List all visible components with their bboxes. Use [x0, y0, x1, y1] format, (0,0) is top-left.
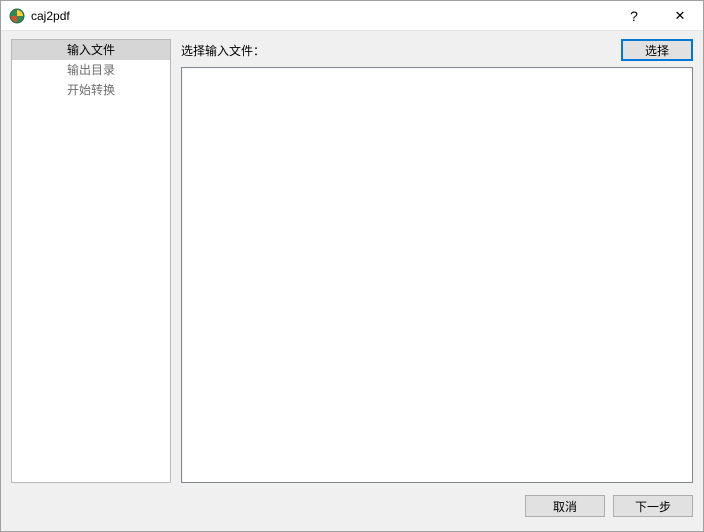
help-button[interactable]: ?: [611, 1, 657, 31]
window-title: caj2pdf: [31, 9, 70, 23]
sidebar-item-label: 输入文件: [67, 43, 115, 57]
app-icon: [9, 8, 25, 24]
input-file-list[interactable]: [181, 67, 693, 483]
content-pane: 选择输入文件： 选择: [181, 39, 693, 483]
select-file-button[interactable]: 选择: [621, 39, 693, 61]
dialog-footer: 取消 下一步: [1, 489, 703, 531]
main-area: 输入文件 输出目录 开始转换 选择输入文件： 选择: [1, 31, 703, 489]
sidebar-item-input-file[interactable]: 输入文件: [12, 40, 170, 60]
dialog-body: 输入文件 输出目录 开始转换 选择输入文件： 选择 取消 下一: [1, 31, 703, 531]
titlebar: caj2pdf ? ✕: [1, 1, 703, 31]
cancel-button[interactable]: 取消: [525, 495, 605, 517]
select-input-label: 选择输入文件：: [181, 42, 265, 59]
select-row: 选择输入文件： 选择: [181, 39, 693, 61]
sidebar-item-start-convert[interactable]: 开始转换: [12, 80, 170, 100]
window: caj2pdf ? ✕ 输入文件 输出目录 开始转换 选择输入文件：: [0, 0, 704, 532]
close-button[interactable]: ✕: [657, 1, 703, 31]
wizard-steps-sidebar: 输入文件 输出目录 开始转换: [11, 39, 171, 483]
sidebar-item-label: 输出目录: [67, 63, 115, 77]
sidebar-item-output-dir[interactable]: 输出目录: [12, 60, 170, 80]
sidebar-item-label: 开始转换: [67, 83, 115, 97]
next-button[interactable]: 下一步: [613, 495, 693, 517]
